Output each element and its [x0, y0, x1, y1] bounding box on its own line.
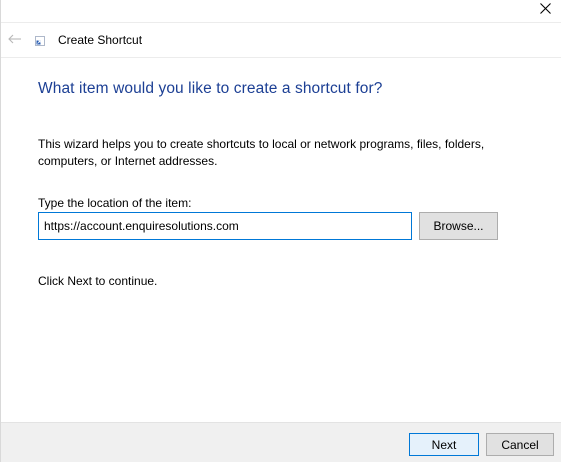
create-shortcut-window: Create Shortcut What item would you like…	[0, 0, 561, 462]
wizard-header: Create Shortcut	[1, 22, 561, 58]
back-button[interactable]	[5, 30, 25, 48]
close-icon	[539, 2, 551, 14]
close-button[interactable]	[534, 0, 556, 16]
shortcut-icon	[35, 36, 45, 46]
wizard-title: Create Shortcut	[58, 33, 143, 47]
location-input[interactable]	[38, 212, 412, 240]
location-label: Type the location of the item:	[38, 196, 192, 210]
cancel-button[interactable]: Cancel	[486, 433, 554, 456]
back-arrow-icon	[8, 34, 21, 44]
browse-button[interactable]: Browse...	[419, 212, 498, 240]
title-bar	[1, 0, 561, 22]
page-heading: What item would you like to create a sho…	[38, 80, 383, 97]
next-button[interactable]: Next	[409, 433, 479, 456]
continue-instruction: Click Next to continue.	[38, 274, 158, 288]
wizard-description: This wizard helps you to create shortcut…	[38, 137, 485, 168]
